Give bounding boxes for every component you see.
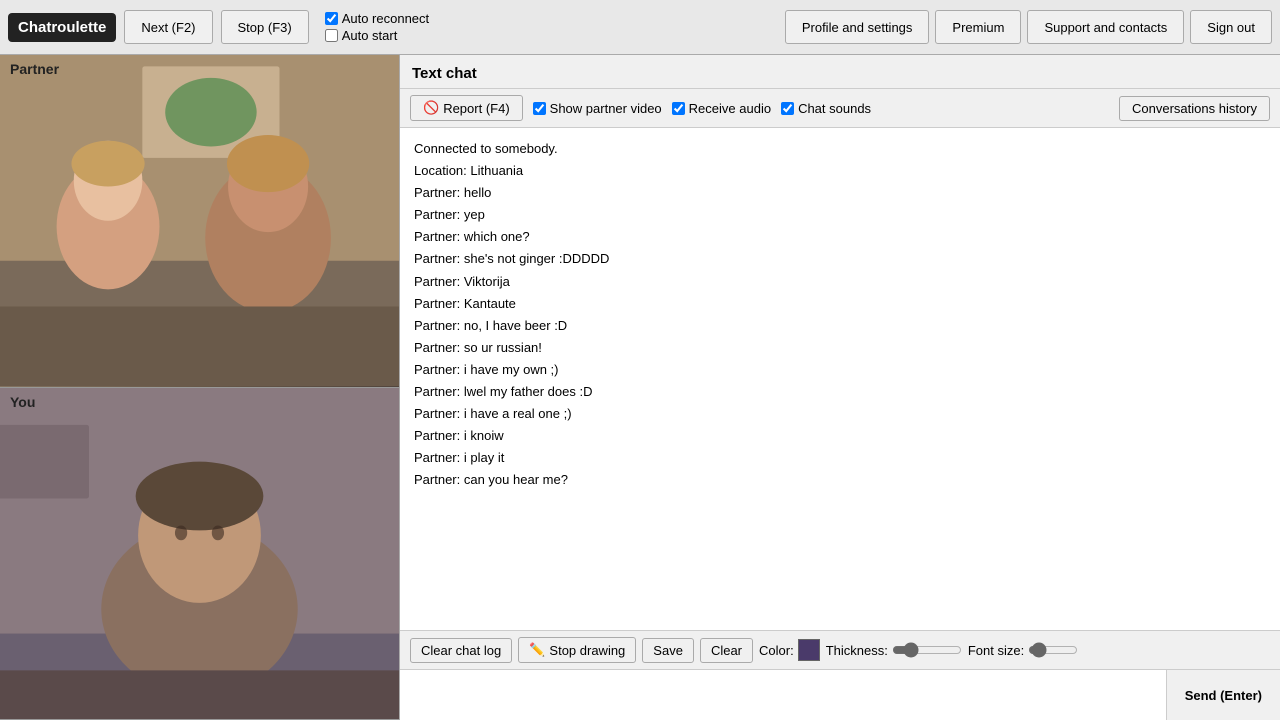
font-size-label: Font size:: [968, 643, 1024, 658]
left-panel: Partner: [0, 55, 400, 720]
report-button[interactable]: 🚫 Report (F4): [410, 95, 523, 121]
chat-message: Partner: Kantaute: [414, 293, 1266, 315]
you-label: You: [10, 394, 35, 410]
logo: Chatroulette: [8, 13, 116, 42]
receive-audio-checkbox[interactable]: [672, 102, 685, 115]
fontsize-section: Font size:: [968, 642, 1078, 658]
input-area: Send (Enter): [400, 669, 1280, 720]
chat-message: Partner: i play it: [414, 447, 1266, 469]
thickness-label: Thickness:: [826, 643, 888, 658]
save-button[interactable]: Save: [642, 638, 694, 663]
top-right-buttons: Profile and settings Premium Support and…: [785, 10, 1272, 44]
chat-message: Partner: lwel my father does :D: [414, 381, 1266, 403]
font-size-slider[interactable]: [1028, 642, 1078, 658]
chat-sounds-checkbox[interactable]: [781, 102, 794, 115]
auto-reconnect-checkbox[interactable]: [325, 12, 338, 25]
chat-sounds-label: Chat sounds: [798, 101, 871, 116]
right-panel: Text chat 🚫 Report (F4) Show partner vid…: [400, 55, 1280, 720]
report-label: Report (F4): [443, 101, 509, 116]
report-icon: 🚫: [423, 100, 439, 116]
pencil-icon: ✏️: [529, 642, 545, 658]
checkbox-group: Auto reconnect Auto start: [325, 11, 429, 43]
stop-drawing-label: Stop drawing: [549, 643, 625, 658]
chat-message: Partner: can you hear me?: [414, 469, 1266, 491]
signout-button[interactable]: Sign out: [1190, 10, 1272, 44]
auto-reconnect-row[interactable]: Auto reconnect: [325, 11, 429, 26]
profile-button[interactable]: Profile and settings: [785, 10, 930, 44]
show-partner-video-checkbox[interactable]: [533, 102, 546, 115]
chat-controls: 🚫 Report (F4) Show partner video Receive…: [400, 89, 1280, 128]
you-video-section: You: [0, 388, 399, 720]
thickness-slider[interactable]: [892, 642, 962, 658]
chat-messages: Connected to somebody.Location: Lithuani…: [400, 128, 1280, 630]
clear-button[interactable]: Clear: [700, 638, 753, 663]
thickness-section: Thickness:: [826, 642, 962, 658]
support-button[interactable]: Support and contacts: [1027, 10, 1184, 44]
chat-message: Partner: i knoiw: [414, 425, 1266, 447]
premium-button[interactable]: Premium: [935, 10, 1021, 44]
chat-message: Partner: which one?: [414, 226, 1266, 248]
show-partner-video-check[interactable]: Show partner video: [533, 101, 662, 116]
partner-video-section: Partner: [0, 55, 399, 388]
message-input[interactable]: [400, 670, 1166, 720]
chat-message: Partner: she's not ginger :DDDDD: [414, 248, 1266, 270]
show-partner-video-label: Show partner video: [550, 101, 662, 116]
conversations-history-button[interactable]: Conversations history: [1119, 96, 1270, 121]
chat-message: Partner: i have a real one ;): [414, 403, 1266, 425]
clear-chat-log-button[interactable]: Clear chat log: [410, 638, 512, 663]
partner-label: Partner: [10, 61, 59, 77]
auto-start-checkbox[interactable]: [325, 29, 338, 42]
receive-audio-label: Receive audio: [689, 101, 771, 116]
auto-reconnect-label: Auto reconnect: [342, 11, 429, 26]
color-picker[interactable]: [798, 639, 820, 661]
topbar: Chatroulette Next (F2) Stop (F3) Auto re…: [0, 0, 1280, 55]
color-label: Color:: [759, 643, 794, 658]
stop-button[interactable]: Stop (F3): [221, 10, 309, 44]
chat-sounds-check[interactable]: Chat sounds: [781, 101, 871, 116]
next-button[interactable]: Next (F2): [124, 10, 212, 44]
receive-audio-check[interactable]: Receive audio: [672, 101, 771, 116]
auto-start-row[interactable]: Auto start: [325, 28, 429, 43]
send-button[interactable]: Send (Enter): [1166, 670, 1280, 720]
chat-message: Partner: no, I have beer :D: [414, 315, 1266, 337]
chat-message: Partner: Viktorija: [414, 271, 1266, 293]
chat-message: Partner: yep: [414, 204, 1266, 226]
auto-start-label: Auto start: [342, 28, 398, 43]
chat-message: Connected to somebody.: [414, 138, 1266, 160]
you-video-stub: [0, 388, 399, 720]
bottom-controls: Clear chat log ✏️ Stop drawing Save Clea…: [400, 630, 1280, 669]
chat-message: Partner: hello: [414, 182, 1266, 204]
partner-video-stub: [0, 55, 399, 387]
chat-message: Location: Lithuania: [414, 160, 1266, 182]
main: Partner: [0, 55, 1280, 720]
color-section: Color:: [759, 639, 820, 661]
stop-drawing-button[interactable]: ✏️ Stop drawing: [518, 637, 636, 663]
chat-message: Partner: so ur russian!: [414, 337, 1266, 359]
chat-message: Partner: i have my own ;): [414, 359, 1266, 381]
text-chat-header: Text chat: [400, 55, 1280, 89]
